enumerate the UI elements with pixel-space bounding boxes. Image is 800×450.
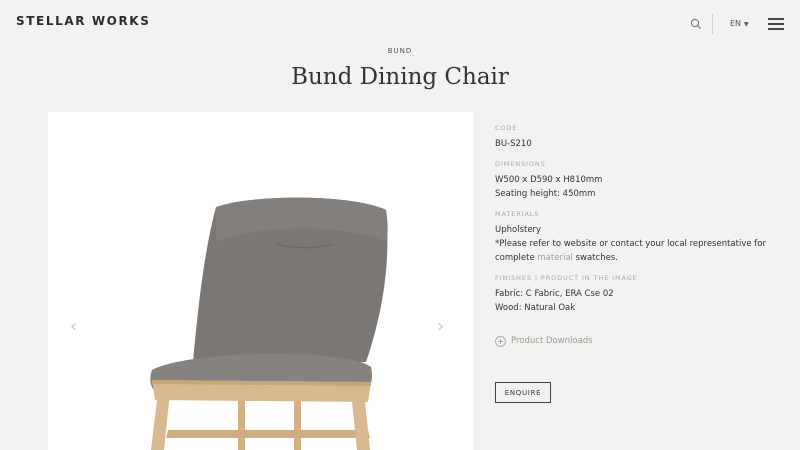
plus-circle-icon: +: [495, 336, 506, 347]
dimensions-line: W500 x D590 x H810mm: [495, 175, 603, 185]
spec-code: CODE BU-S210: [495, 124, 785, 151]
materials-note: *Please refer to website or contact your…: [495, 239, 766, 249]
collection-label[interactable]: BUND: [0, 47, 800, 55]
product-image: [150, 197, 388, 450]
fabric-finish: Fabric: C Fabric, ERA Cse 02: [495, 289, 614, 299]
language-label: EN: [730, 19, 742, 28]
materials-line: Upholstery: [495, 225, 542, 235]
spec-finishes: FINISHES | PRODUCT IN THE IMAGE Fabric: …: [495, 274, 785, 315]
chevron-left-icon[interactable]: ‹: [70, 316, 77, 337]
spec-dimensions: DIMENSIONS W500 x D590 x H810mm Seating …: [495, 160, 785, 201]
finishes-label: FINISHES | PRODUCT IN THE IMAGE: [495, 274, 638, 282]
language-selector[interactable]: EN ▼: [730, 19, 749, 28]
caret-down-icon: ▼: [744, 21, 749, 28]
materials-note-post: swatches.: [572, 253, 618, 263]
page-title: Bund Dining Chair: [291, 64, 509, 90]
product-gallery[interactable]: ‹ ›: [48, 112, 473, 450]
enquire-button[interactable]: ENQUIRE: [495, 382, 551, 403]
product-downloads-link[interactable]: + Product Downloads: [495, 336, 593, 347]
search-icon[interactable]: [690, 18, 702, 30]
materials-note-pre: complete: [495, 253, 538, 263]
header-divider: [712, 14, 713, 34]
product-specs: CODE BU-S210 DIMENSIONS W500 x D590 x H8…: [495, 124, 785, 324]
dimensions-label: DIMENSIONS: [495, 160, 546, 168]
hamburger-menu-icon[interactable]: [768, 18, 784, 30]
chevron-right-icon[interactable]: ›: [437, 316, 444, 337]
wood-finish: Wood: Natural Oak: [495, 303, 576, 313]
materials-note-cont: complete material swatches.: [495, 251, 785, 265]
code-label: CODE: [495, 124, 518, 132]
spec-materials: MATERIALS Upholstery *Please refer to we…: [495, 210, 785, 265]
materials-label: MATERIALS: [495, 210, 540, 218]
downloads-label: Product Downloads: [511, 336, 593, 346]
seating-height: Seating height: 450mm: [495, 189, 596, 199]
brand-logo[interactable]: STELLAR WORKS: [16, 14, 150, 28]
material-link[interactable]: material: [537, 253, 572, 263]
code-value: BU-S210: [495, 139, 532, 149]
